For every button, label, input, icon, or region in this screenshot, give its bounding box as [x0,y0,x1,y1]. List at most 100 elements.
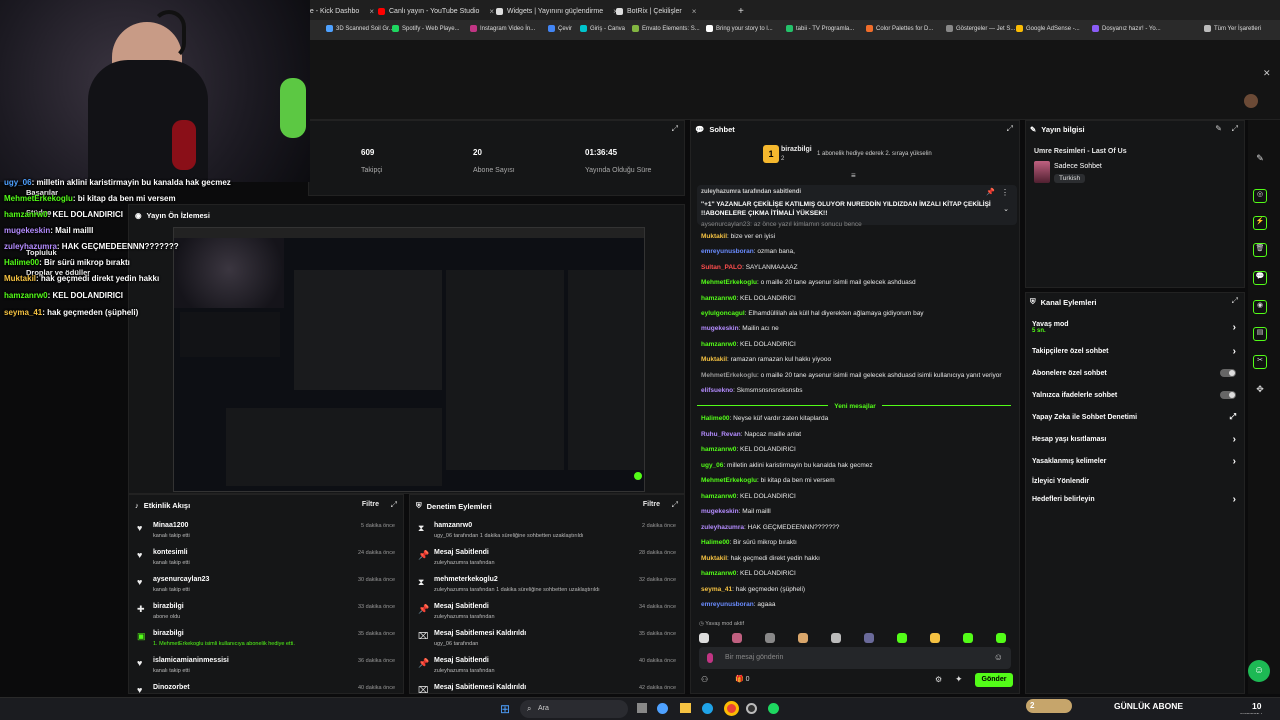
bookmark-item[interactable]: Spotify - Web Playe... [392,25,460,32]
settings-icon[interactable]: ⚙ [935,675,942,684]
event-row[interactable]: ✚ birazbilgi abone oldu 33 dakika önce [129,600,403,627]
chat-input[interactable]: Bir mesaj gönderin ☺ [699,647,1011,669]
chevron-right-icon[interactable]: › [1233,456,1236,467]
chat-message[interactable]: Muktakil: hak geçmedi direkt yedin hakkı [701,555,1011,562]
chevron-right-icon[interactable]: › [1233,322,1236,333]
emoji-icon[interactable]: ☺ [994,652,1003,662]
copilot-icon[interactable] [657,703,668,714]
event-row[interactable]: ⌧ Mesaj Sabitlemesi Kaldırıldı ugy_06 tara… [410,627,684,654]
clipboard-icon[interactable]: ▤ [1253,327,1267,341]
channel-action-item[interactable]: Yavaş mod 5 sn. › [1032,317,1236,337]
send-button[interactable]: Gönder [975,673,1013,687]
external-link-icon[interactable]: ⤢ [672,124,678,134]
chat-message[interactable]: hamzanrw0: KEL DOLANDIRICI [701,446,1011,453]
emote-icon[interactable] [765,633,775,643]
event-row[interactable]: 📌 Mesaj Sabitlendi zuleyhazumra tarafından… [410,600,684,627]
event-row[interactable]: ♥ Minaa1200 kanalı takip etti 5 dakika önce [129,519,403,546]
emote-icon[interactable] [732,633,742,643]
bookmark-item[interactable]: Göstergeler — Jet S... [946,25,1015,32]
chat-username[interactable]: Muktakil [701,356,727,363]
chat-message[interactable]: ugy_06: milletin aklini karistirmayin bu… [701,462,1011,469]
chat-message[interactable]: zuleyhazumra: HAK GEÇMEDEENNN??????? [701,524,1011,531]
stream-category[interactable]: Sadece Sohbet [1054,163,1102,170]
external-link-icon[interactable]: ⤢ [391,500,397,510]
chat-message[interactable]: MehmetErkekoglu: o maille 20 tane aysenu… [701,279,1011,286]
chat-message[interactable]: MehmetErkekoglu: o maille 20 tane aysenu… [701,372,1011,379]
event-row[interactable]: ♥ aysenurcaylan23 kanalı takip etti 30 daki… [129,573,403,600]
chat-message[interactable]: emreyunusboran: agaaa [701,601,1011,608]
help-chat-icon[interactable]: ☺ [1248,660,1270,682]
bookmark-item[interactable]: Giriş - Canva [580,25,625,32]
bookmark-item[interactable]: Google AdSense -... [1016,25,1080,32]
chat-username[interactable]: emreyunusboran [701,601,754,608]
gift-leader-name[interactable]: birazbilgi [781,146,812,153]
chat-message[interactable]: mugekeskin: Mail mailll [701,508,1011,515]
event-row[interactable]: 📌 Mesaj Sabitlendi zuleyhazumra tarafından… [410,654,684,681]
channel-action-item[interactable]: Yalnızca ifadelerle sohbet [1032,385,1236,405]
emote-icon[interactable] [798,633,808,643]
chat-username[interactable]: Halime00 [701,539,730,546]
emote-icon[interactable] [930,633,940,643]
bookmark-item[interactable]: Bring your story to l... [706,25,773,32]
chat-message[interactable]: mugekeskin: Mailin acı ne [701,325,1011,332]
chat-message[interactable]: MehmetErkekoglu: bi kitap da ben mi vers… [701,477,1011,484]
event-row[interactable]: ⧗ mehmeterkekoglu2 zuleyhazumra tarafından… [410,573,684,600]
chat-username[interactable]: elifsuekno [701,387,733,394]
mic-icon[interactable] [707,653,713,663]
chat-username[interactable]: hamzanrw0 [701,341,736,348]
chat-message[interactable]: Ruhu_Revan: Napcaz maille anlat [701,431,1011,438]
chat-username[interactable]: Sultan_PALO [701,264,742,271]
channel-action-item[interactable]: Yasaklanmış kelimeler › [1032,451,1236,471]
chat-bubble-icon[interactable]: 💬 [1253,271,1267,285]
pinned-message[interactable]: zuleyhazumra tarafından sabitlendi 📌 ⋮ '… [697,185,1017,225]
chat-username[interactable]: hamzanrw0 [701,493,736,500]
emote-icon[interactable] [831,633,841,643]
new-tab-button[interactable]: + [732,3,750,19]
obs-icon[interactable] [746,703,757,714]
users-icon[interactable]: ⚇ [701,675,708,684]
more-icon[interactable]: ⋮ [1001,188,1009,197]
windows-start-icon[interactable]: ⊞ [500,702,514,716]
chat-username[interactable]: MehmetErkekoglu [701,477,757,484]
channel-action-item[interactable]: Takipçilere özel sohbet › [1032,341,1236,361]
points-display[interactable]: 🎁 0 [735,675,750,683]
bookmark-item[interactable]: Instagram Video İn... [470,25,535,32]
user-avatar[interactable] [1244,94,1258,108]
toggle-switch[interactable] [1220,369,1236,377]
chat-username[interactable]: MehmetErkekoglu [701,372,757,379]
edge-icon[interactable] [702,703,713,714]
tab-kick-dashboard[interactable]: ue - Kick Dashbo × [300,3,380,19]
event-row[interactable]: 📌 Mesaj Sabitlendi zuleyhazumra tarafından… [410,546,684,573]
add-widget-icon[interactable]: ✥ [1253,384,1267,398]
chrome-icon[interactable] [724,701,739,716]
external-link-icon[interactable]: ⤢ [1232,124,1238,134]
chat-username[interactable]: hamzanrw0 [701,295,736,302]
chat-message[interactable]: Muktakil: ramazan ramazan kul hakkı yiyo… [701,356,1011,363]
event-row[interactable]: ♥ kontesimli kanalı takip etti 24 dakika ön… [129,546,403,573]
file-explorer-icon[interactable] [680,703,691,713]
channel-action-item[interactable]: Yapay Zeka ile Sohbet Denetimi ⤢ [1032,407,1236,427]
chevron-right-icon[interactable]: › [1233,494,1236,505]
tag-chip[interactable]: Turkish [1054,174,1086,183]
event-row[interactable]: ▣ birazbilgi 1. MehmetErkekoglu isimli kul… [129,627,403,654]
taskbar-search[interactable]: ⌕ Ara [520,700,628,718]
external-link-icon[interactable]: ⤢ [1232,296,1238,306]
bookmark-item[interactable]: Envato Elements: S... [632,25,700,32]
channel-action-item[interactable]: Hedefleri belirleyin › [1032,489,1236,509]
event-row[interactable]: ♥ islamicamianinmessisi kanalı takip etti 3… [129,654,403,681]
chat-username[interactable]: mugekeskin [701,325,739,332]
chat-message[interactable]: eylulgoncagul: Elhamdüllilah ala küll ha… [701,310,1011,317]
emote-icon[interactable] [897,633,907,643]
chat-username[interactable]: Ruhu_Revan [701,431,741,438]
chevron-down-icon[interactable]: ⌄ [1003,205,1009,213]
toggle-switch[interactable] [1220,391,1236,399]
bookmark-item[interactable]: tabii - TV Programla... [786,25,854,32]
all-bookmarks[interactable]: Tüm Yer İşaretleri [1204,25,1261,32]
tab-botrix[interactable]: BotRix | Çekilişler × [610,3,702,19]
chevron-right-icon[interactable]: › [1233,346,1236,357]
chat-message[interactable]: emreyunusboran: ozman bana, [701,248,1011,255]
chat-username[interactable]: ugy_06 [701,462,723,469]
bookmark-item[interactable]: 3D Scanned Soil Gr... [326,25,394,32]
close-icon[interactable]: ✕ [1263,68,1271,79]
chat-username[interactable]: emreyunusboran [701,248,754,255]
